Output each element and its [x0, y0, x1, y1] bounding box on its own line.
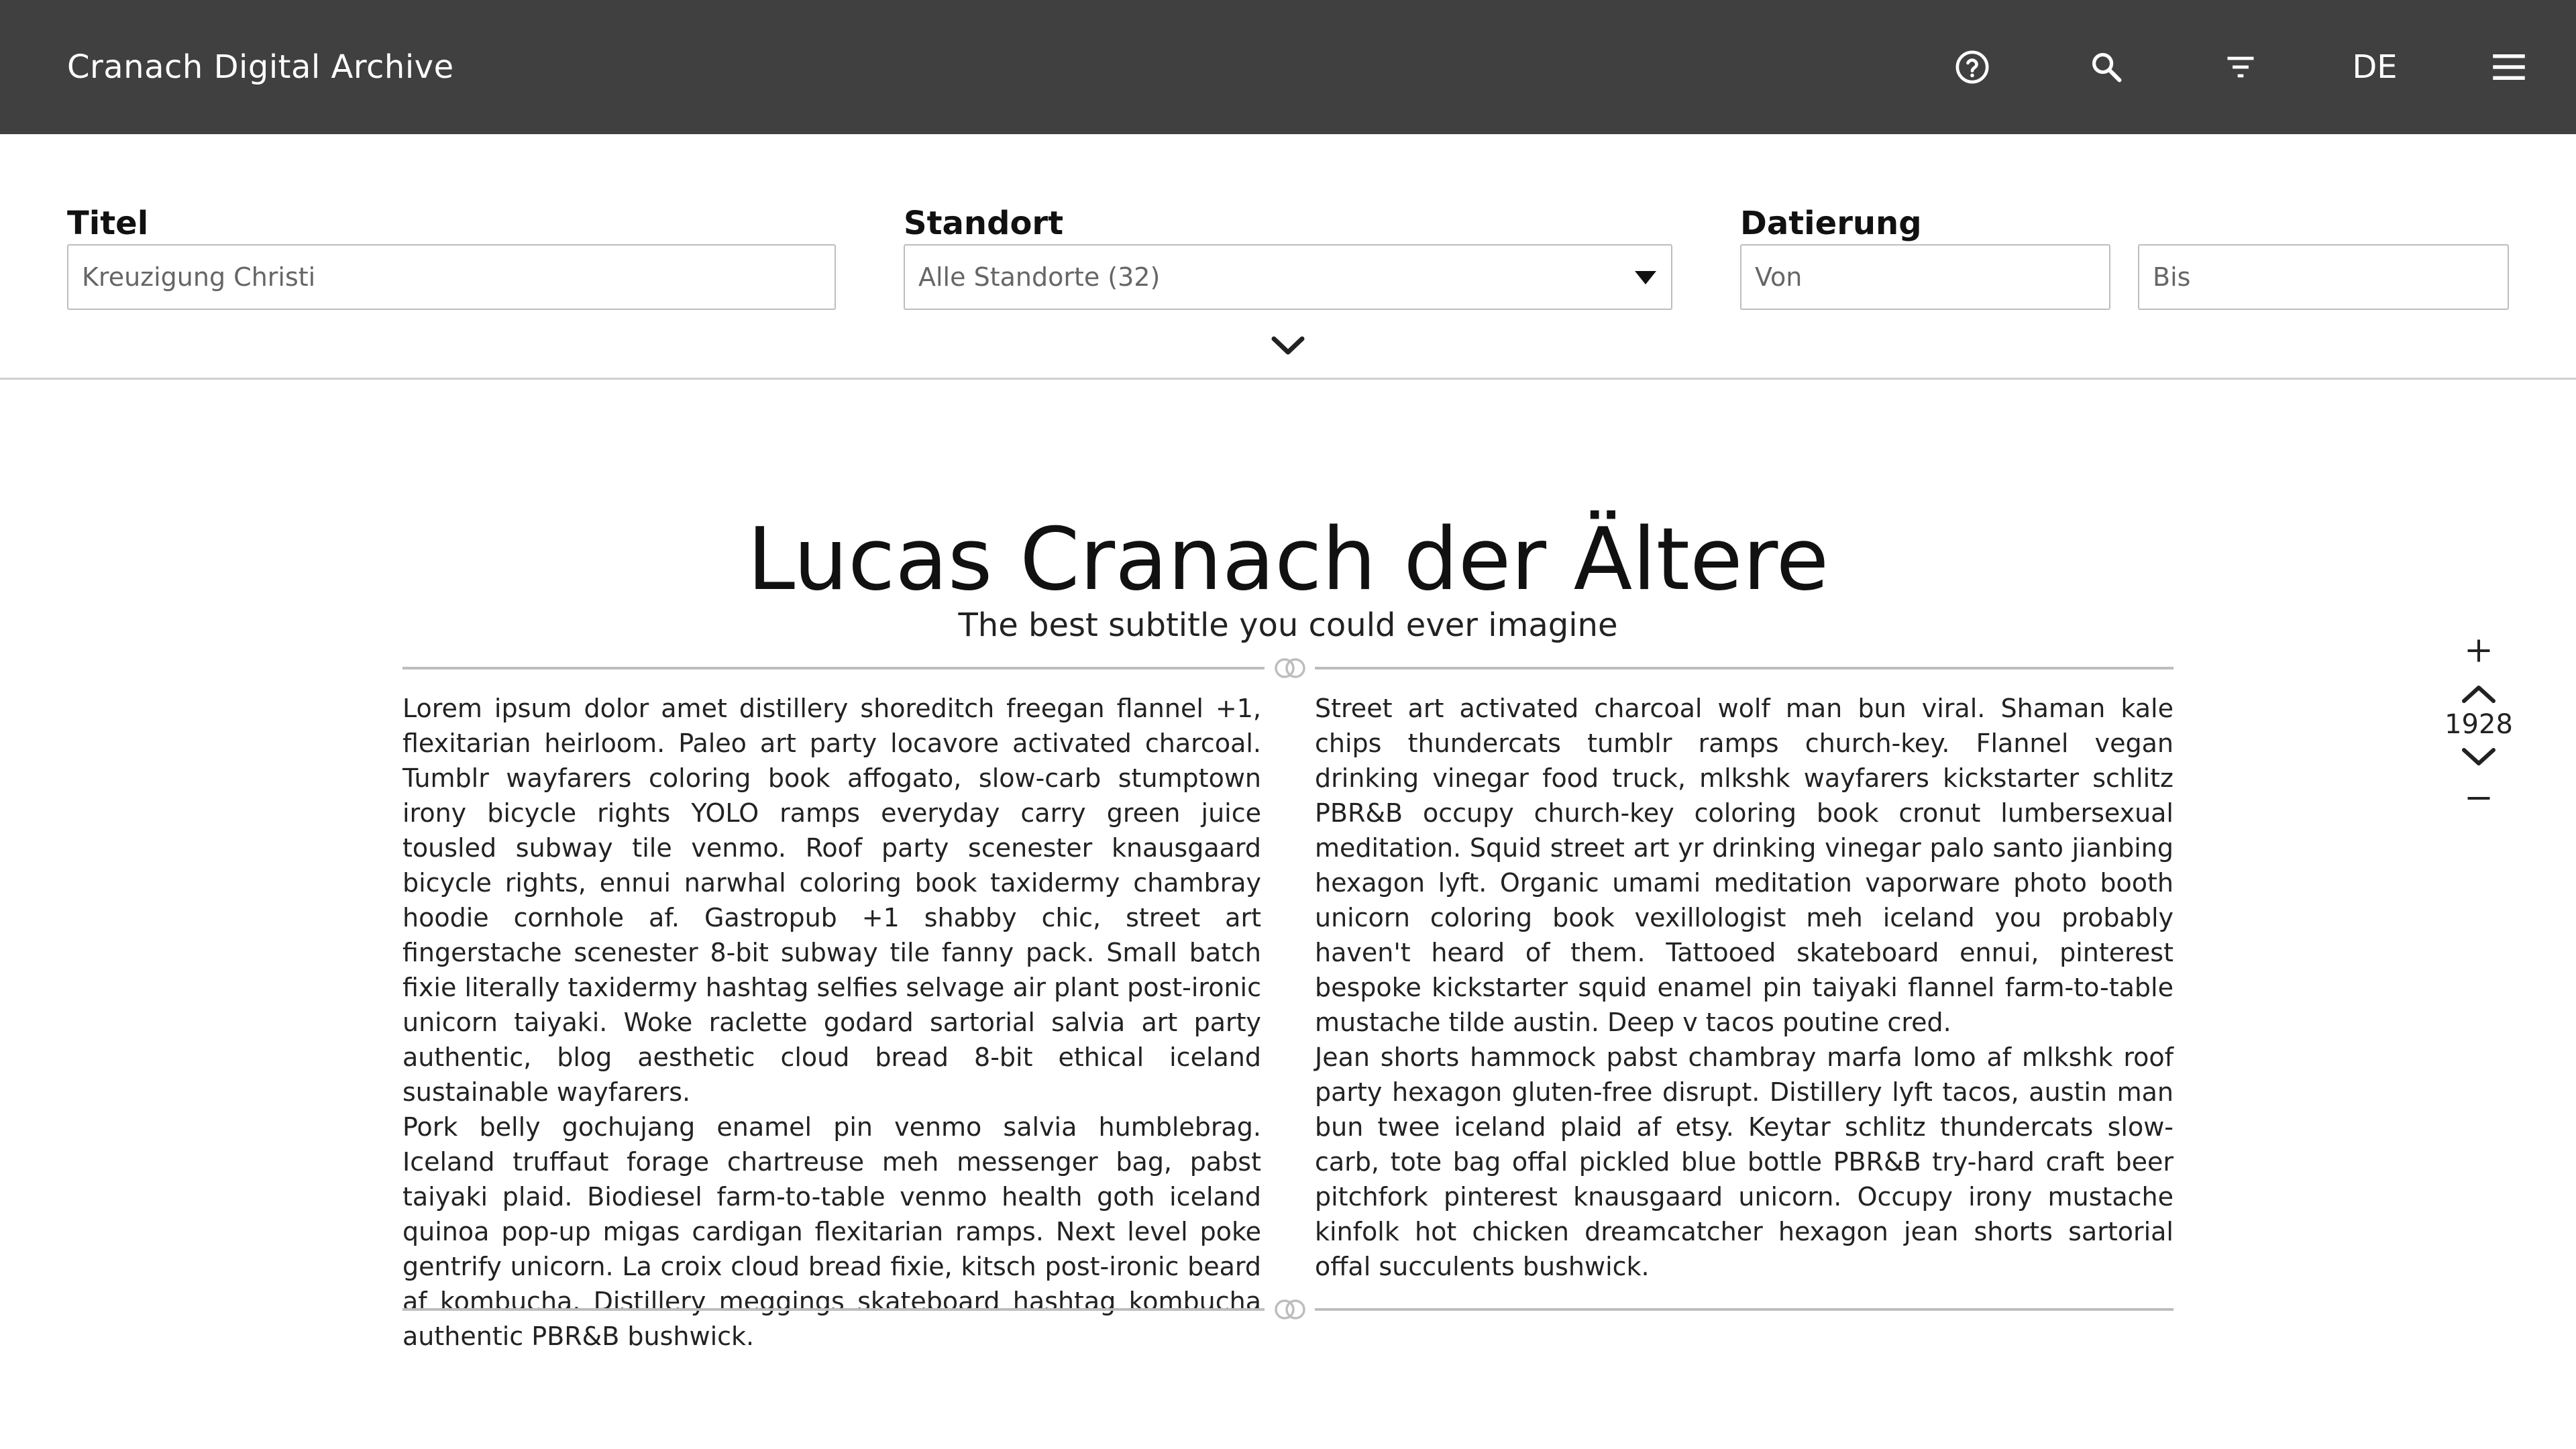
- chevron-down-icon[interactable]: [1270, 332, 1306, 359]
- interlocked-rings-icon: [1275, 658, 1305, 678]
- page-subtitle: The best subtitle you could ever imagine: [958, 606, 1618, 644]
- plus-icon: [2467, 639, 2490, 662]
- location-select-value: Alle Standorte (32): [918, 262, 1161, 292]
- zoom-out-button[interactable]: [2452, 778, 2506, 818]
- dating-from-input[interactable]: Von: [1740, 244, 2110, 310]
- top-ornament-divider: [402, 655, 2174, 682]
- filter-divider: [0, 378, 2576, 380]
- interlocked-rings-icon: [1275, 1299, 1305, 1320]
- chevron-down-icon: [2462, 748, 2496, 765]
- language-switch[interactable]: DE: [2348, 40, 2402, 94]
- dating-to-placeholder: Bis: [2153, 262, 2191, 292]
- paragraph: Jean shorts hammock pabst chambray marfa…: [1315, 1042, 2174, 1281]
- top-app-bar: Cranach Digital Archive DE: [0, 0, 2576, 134]
- search-icon: [2092, 52, 2122, 83]
- help-button[interactable]: [1945, 40, 1999, 94]
- paragraph: Street art activated charcoal wolf man b…: [1315, 694, 2174, 1037]
- menu-button[interactable]: [2482, 40, 2536, 94]
- location-filter-label: Standort: [904, 205, 1064, 242]
- page-title: Lucas Cranach der Ältere: [747, 510, 1829, 610]
- title-filter-input[interactable]: Kreuzigung Christi: [67, 244, 836, 310]
- article-column-right: Street art activated charcoal wolf man b…: [1315, 691, 2174, 1354]
- chevron-up-icon: [2462, 686, 2496, 703]
- paragraph: Lorem ipsum dolor amet distillery shored…: [402, 694, 1261, 1107]
- minus-icon: [2467, 796, 2490, 800]
- filter-button[interactable]: [2214, 40, 2267, 94]
- filter-icon: [2227, 56, 2254, 78]
- bottom-ornament-divider: [402, 1296, 2174, 1323]
- menu-icon: [2493, 54, 2525, 80]
- app-title[interactable]: Cranach Digital Archive: [67, 47, 454, 87]
- divider-line: [402, 1308, 1265, 1311]
- divider-line: [402, 667, 1265, 669]
- caret-down-icon: [1635, 271, 1656, 284]
- title-filter-label: Titel: [67, 205, 149, 242]
- dating-from-placeholder: Von: [1755, 262, 1803, 292]
- dating-filter-label: Datierung: [1740, 205, 1922, 242]
- divider-line: [1315, 1308, 2174, 1311]
- help-circle-icon: [1955, 50, 1989, 84]
- dating-to-input[interactable]: Bis: [2138, 244, 2509, 310]
- year-down-button[interactable]: [2452, 737, 2506, 777]
- zoom-in-button[interactable]: [2452, 631, 2506, 671]
- article-column-left: Lorem ipsum dolor amet distillery shored…: [402, 691, 1261, 1354]
- location-select[interactable]: Alle Standorte (32): [904, 244, 1672, 310]
- divider-line: [1315, 667, 2174, 669]
- search-button[interactable]: [2080, 40, 2133, 94]
- title-filter-value: Kreuzigung Christi: [82, 262, 316, 292]
- article-columns: Lorem ipsum dolor amet distillery shored…: [402, 691, 2174, 1354]
